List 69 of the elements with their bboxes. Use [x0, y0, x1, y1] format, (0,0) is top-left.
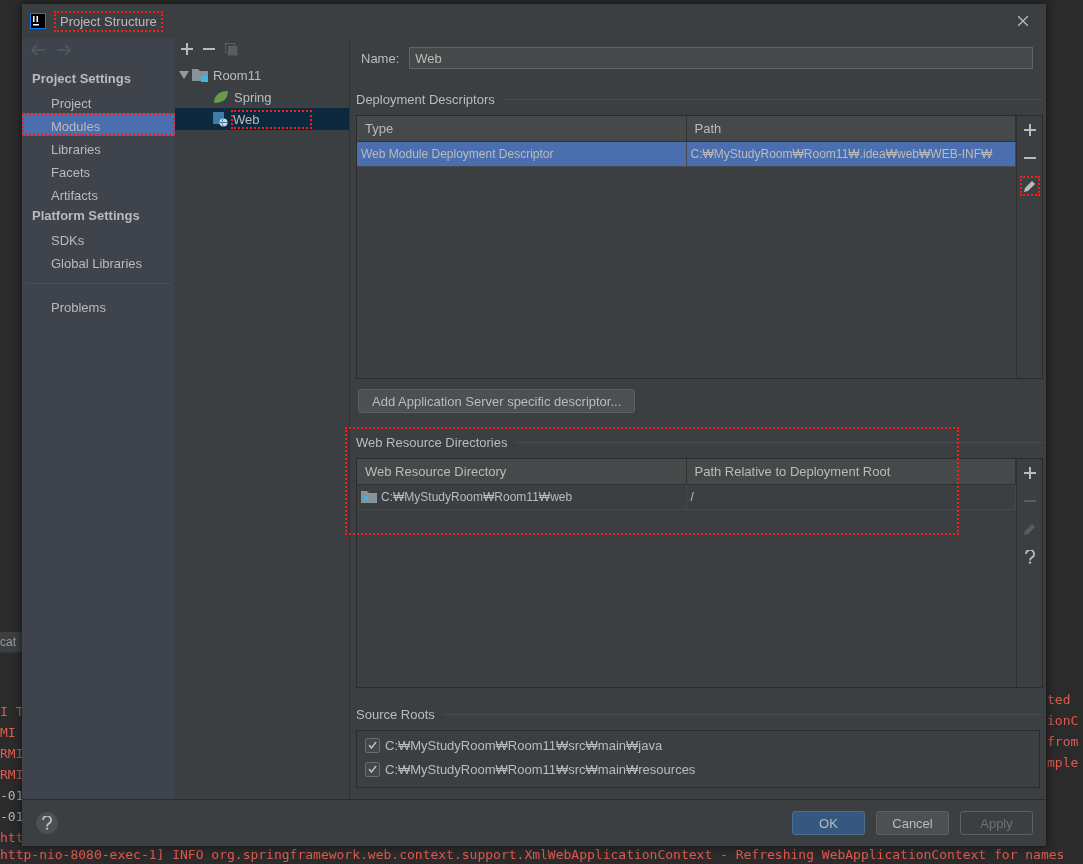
- window-title: Project Structure: [54, 10, 163, 32]
- console-line: RMI: [0, 745, 22, 763]
- module-folder-icon: [192, 68, 208, 82]
- app-logo-icon: [30, 13, 46, 29]
- checkbox[interactable]: [365, 761, 380, 777]
- tree-item-label: Web: [231, 109, 312, 129]
- table-row[interactable]: C:₩MyStudyRoom₩Room11₩web /: [357, 485, 1016, 510]
- ok-button[interactable]: OK: [792, 811, 865, 835]
- help-icon: [42, 816, 52, 830]
- console-line: htt: [0, 829, 22, 847]
- tree-item-label: Room11: [212, 66, 263, 85]
- sidebar-item[interactable]: SDKs: [22, 227, 175, 250]
- dialog-button[interactable]: Cancel: [876, 811, 949, 835]
- console-line: http-nio-8080-exec-1] INFO org.springframework.web.context.support.XmlWebApplicationContext - Refreshing WebApplicationContext for names: [0, 846, 1065, 864]
- edit-icon: [1023, 179, 1036, 193]
- console-line: MI: [0, 724, 17, 742]
- sidebar-item[interactable]: Project: [22, 90, 175, 113]
- column-header[interactable]: Web Resource Directory: [357, 459, 687, 484]
- console-line: from: [1047, 733, 1079, 751]
- column-header[interactable]: Path Relative to Deployment Root: [686, 459, 1016, 484]
- leaf-icon: [213, 90, 229, 104]
- source-root-path: C:₩MyStudyRoom₩Room11₩src₩main₩resources: [385, 761, 696, 777]
- help-icon: [1024, 550, 1035, 564]
- console-tab[interactable]: cat: [0, 632, 22, 653]
- console-line: -01: [0, 808, 22, 826]
- add-icon[interactable]: [181, 43, 193, 55]
- tree-item[interactable]: Room11: [175, 64, 349, 86]
- section-title: Source Roots: [356, 706, 435, 722]
- table-cell: /: [690, 490, 694, 504]
- sidebar-heading: Project Settings: [31, 70, 132, 88]
- sidebar-heading: Platform Settings: [31, 207, 141, 225]
- add-descriptor-button[interactable]: Add Application Server specific descriptor...: [358, 389, 636, 413]
- help-button[interactable]: [36, 812, 58, 834]
- console-line: RMI: [0, 766, 22, 784]
- expanded-arrow-icon[interactable]: [179, 70, 189, 80]
- column-header[interactable]: Path: [686, 116, 1016, 141]
- console-line: ionC: [1047, 712, 1079, 730]
- web-folder-icon: [361, 491, 377, 503]
- sidebar-item[interactable]: Facets: [22, 159, 175, 182]
- console-line: mple: [1047, 754, 1079, 772]
- column-header[interactable]: Type: [357, 116, 687, 141]
- edit-icon: [1023, 522, 1036, 536]
- table-cell: C:₩MyStudyRoom₩Room11₩web: [381, 490, 573, 504]
- sidebar-item[interactable]: Global Libraries: [22, 250, 175, 273]
- checkbox[interactable]: [365, 737, 380, 753]
- console-line: -01: [0, 787, 22, 805]
- tree-item-label: Spring: [233, 88, 273, 107]
- table-row[interactable]: Web Module Deployment Descriptor C:₩MyStudyRoom₩Room11₩.idea₩web₩WEB-INF₩: [357, 142, 1016, 167]
- name-label: Name:: [361, 50, 400, 66]
- checkmark-icon: [368, 765, 377, 773]
- table-cell: Web Module Deployment Descriptor: [361, 147, 554, 161]
- table-cell: C:₩MyStudyRoom₩Room11₩.idea₩web₩WEB-INF₩: [690, 147, 993, 161]
- sidebar-item[interactable]: Artifacts: [22, 182, 175, 205]
- close-icon[interactable]: [1018, 16, 1028, 26]
- checkmark-icon: [368, 741, 377, 749]
- edit-button[interactable]: [1019, 176, 1040, 196]
- web-module-icon: [213, 111, 228, 127]
- sidebar-item[interactable]: Libraries: [22, 136, 175, 159]
- sidebar-item[interactable]: Problems: [22, 294, 175, 317]
- add-icon: [1023, 124, 1036, 136]
- source-root-path: C:₩MyStudyRoom₩Room11₩src₩main₩java: [385, 737, 663, 753]
- section-title: Deployment Descriptors: [356, 91, 495, 107]
- tree-item[interactable]: Web: [175, 108, 349, 130]
- section-title: Web Resource Directories: [356, 434, 508, 450]
- add-icon: [1023, 467, 1036, 479]
- sidebar-item[interactable]: Modules: [22, 113, 175, 136]
- console-line: ted: [1047, 691, 1072, 709]
- tree-item[interactable]: Spring: [175, 86, 349, 108]
- name-field[interactable]: Web: [409, 47, 1033, 69]
